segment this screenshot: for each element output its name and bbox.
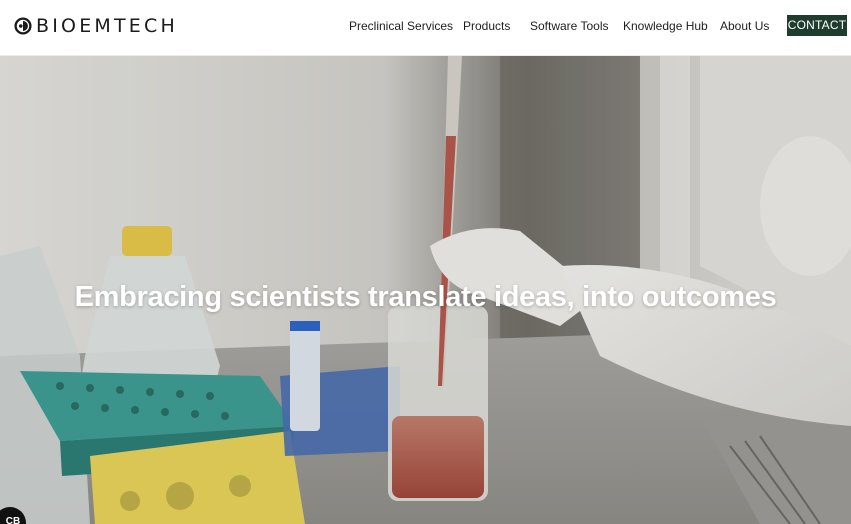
brand-name: BIOEMTECH: [36, 15, 178, 37]
nav-item-preclinical-services[interactable]: Preclinical Services: [349, 17, 453, 35]
brand-logo[interactable]: BIOEMTECH: [14, 14, 178, 38]
logo-mark-icon: [14, 17, 32, 35]
hero-headline: Embracing scientists translate ideas, in…: [74, 281, 777, 313]
hero-section: Embracing scientists translate ideas, in…: [0, 56, 851, 524]
nav-item-software-tools[interactable]: Software Tools: [530, 17, 609, 35]
nav-item-knowledge-hub[interactable]: Knowledge Hub: [623, 17, 708, 35]
nav-item-products[interactable]: Products: [463, 17, 510, 35]
site-header: BIOEMTECH Preclinical Services Products …: [0, 0, 851, 56]
contact-button[interactable]: CONTACT: [787, 15, 847, 36]
nav-item-about-us[interactable]: About Us: [720, 17, 769, 35]
